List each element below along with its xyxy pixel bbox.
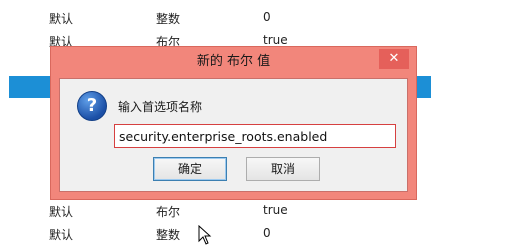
pref-row[interactable]: 默认 整数 0 [0, 223, 505, 245]
pref-status: 默认 [49, 228, 74, 242]
pref-value: 0 [263, 226, 271, 240]
dialog-body: ? 输入首选项名称 确定 取消 [59, 78, 408, 192]
new-boolean-dialog: 新的 布尔 值 ✕ ? 输入首选项名称 确定 取消 [50, 46, 417, 200]
pref-value: true [263, 203, 288, 217]
pref-value: 0 [263, 10, 271, 24]
close-button[interactable]: ✕ [379, 49, 409, 69]
question-icon: ? [77, 91, 107, 121]
pref-type: 布尔 [156, 205, 181, 219]
preference-name-input[interactable] [114, 124, 396, 148]
cancel-button[interactable]: 取消 [246, 157, 320, 181]
close-icon: ✕ [388, 51, 400, 66]
pref-status: 默认 [49, 205, 74, 219]
pref-value: true [263, 33, 288, 47]
pref-row[interactable]: 默认 布尔 true [0, 200, 505, 222]
mouse-cursor-icon [198, 225, 212, 245]
pref-type: 整数 [156, 12, 181, 26]
pref-status: 默认 [49, 12, 74, 26]
prompt-label: 输入首选项名称 [118, 100, 203, 114]
pref-row[interactable]: 默认 整数 0 [0, 7, 505, 29]
pref-type: 整数 [156, 228, 181, 242]
dialog-title: 新的 布尔 值 [196, 54, 271, 69]
ok-button[interactable]: 确定 [153, 157, 227, 181]
